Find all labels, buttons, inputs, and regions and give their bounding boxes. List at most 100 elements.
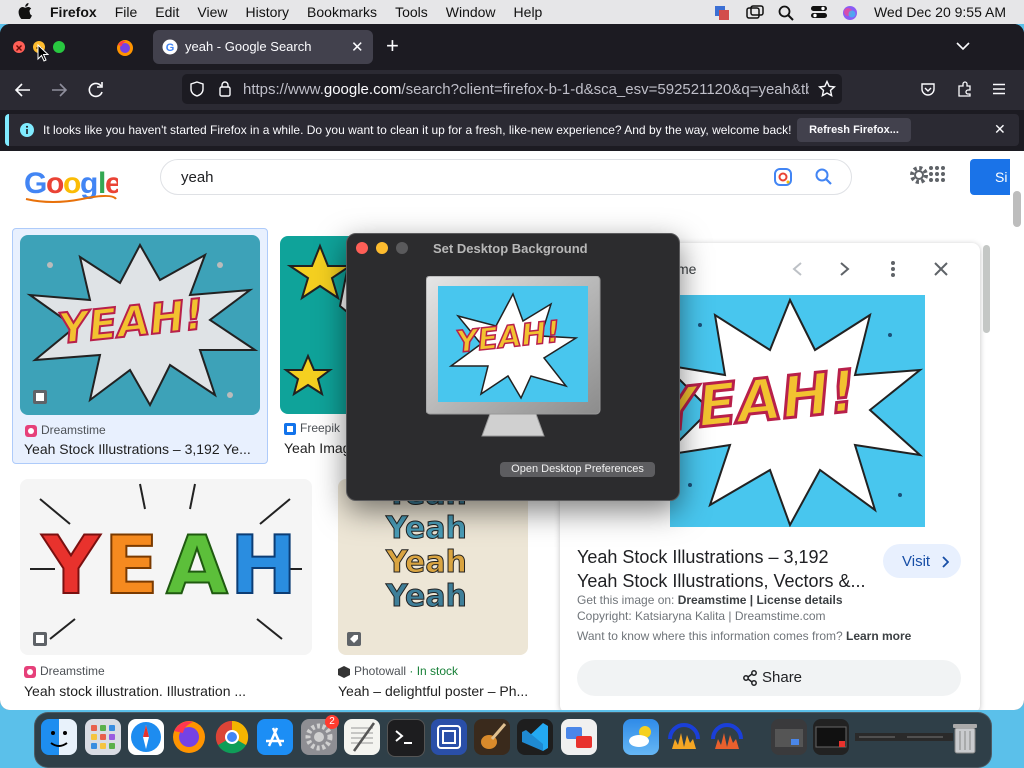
search-icon[interactable] bbox=[815, 168, 833, 191]
zoom-window-button[interactable] bbox=[53, 41, 65, 53]
image-result-card[interactable]: Yeah Yeah Yeah Yeah Photowall · In stock… bbox=[338, 479, 548, 704]
list-all-tabs-icon[interactable] bbox=[956, 38, 970, 56]
minimized-window-thumbnail-2[interactable] bbox=[813, 719, 849, 755]
audio-app-icon[interactable] bbox=[666, 719, 702, 755]
license-details-link[interactable]: License details bbox=[756, 593, 842, 607]
menu-tools[interactable]: Tools bbox=[395, 4, 428, 20]
search-query-text[interactable]: yeah bbox=[181, 169, 214, 186]
lock-icon[interactable] bbox=[218, 80, 232, 102]
minimized-window-thumbnail-4[interactable] bbox=[903, 719, 953, 755]
notification-message: It looks like you haven't started Firefo… bbox=[43, 123, 792, 137]
sign-in-button[interactable]: Si bbox=[970, 159, 1010, 195]
bookmark-star-icon[interactable] bbox=[817, 79, 837, 102]
guitar-app-icon[interactable] bbox=[474, 719, 510, 755]
menu-clock[interactable]: Wed Dec 20 9:55 AM bbox=[874, 4, 1006, 20]
menu-history[interactable]: History bbox=[245, 4, 289, 20]
close-preview-icon[interactable] bbox=[933, 261, 949, 282]
menu-edit[interactable]: Edit bbox=[155, 4, 179, 20]
apple-icon[interactable] bbox=[18, 2, 32, 22]
result-title[interactable]: Yeah – delightful poster – Ph... bbox=[338, 683, 543, 699]
result-source-name: Photowall bbox=[354, 664, 407, 678]
result-source[interactable]: Dreamstime bbox=[41, 423, 106, 437]
weather-icon[interactable] bbox=[623, 719, 659, 755]
google-lens-icon[interactable] bbox=[773, 167, 793, 192]
close-window-button[interactable] bbox=[13, 41, 25, 53]
close-notification-icon[interactable]: ✕ bbox=[994, 121, 1006, 138]
migration-assistant-icon[interactable] bbox=[561, 719, 597, 755]
result-image[interactable]: Yeah Yeah Yeah Yeah bbox=[338, 479, 528, 655]
result-image[interactable]: YEAH! bbox=[20, 235, 260, 415]
chrome-icon[interactable] bbox=[214, 719, 250, 755]
preview-title-line1[interactable]: Yeah Stock Illustrations – 3,192 bbox=[577, 547, 829, 568]
firefox-dock-icon[interactable] bbox=[171, 719, 207, 755]
finder-icon[interactable] bbox=[41, 719, 77, 755]
safari-icon[interactable] bbox=[128, 719, 164, 755]
pocket-icon[interactable] bbox=[920, 81, 936, 102]
pinned-tab-firefox[interactable] bbox=[112, 36, 138, 60]
preview-title-line2[interactable]: Yeah Stock Illustrations, Vectors &... bbox=[577, 571, 865, 592]
system-settings-icon[interactable]: 2 bbox=[301, 715, 339, 755]
minimized-window-thumbnail-3[interactable] bbox=[855, 719, 905, 755]
preview-image[interactable]: YEAH! bbox=[670, 295, 925, 527]
menu-bookmarks[interactable]: Bookmarks bbox=[307, 4, 377, 20]
launchpad-icon[interactable] bbox=[85, 719, 121, 755]
url-bar[interactable]: https://www.google.com/search?client=fir… bbox=[182, 74, 842, 104]
get-image-separator: | bbox=[746, 593, 757, 607]
back-button-icon[interactable] bbox=[14, 81, 32, 104]
learn-more-link[interactable]: Learn more bbox=[846, 629, 911, 643]
screen-share-icon[interactable] bbox=[714, 5, 730, 20]
trash-icon[interactable] bbox=[947, 719, 983, 755]
visit-button[interactable]: Visit bbox=[883, 544, 961, 578]
forward-button-icon[interactable] bbox=[50, 81, 68, 104]
vscode-icon[interactable] bbox=[517, 719, 553, 755]
google-logo[interactable]: G o o g l e bbox=[22, 165, 122, 203]
search-box[interactable]: yeah bbox=[160, 159, 852, 195]
preview-next-icon[interactable] bbox=[839, 261, 851, 282]
menu-help[interactable]: Help bbox=[514, 4, 543, 20]
result-source[interactable]: Freepik bbox=[300, 421, 340, 435]
app-store-icon[interactable] bbox=[257, 719, 293, 755]
spotlight-search-icon[interactable] bbox=[778, 5, 794, 21]
menu-file[interactable]: File bbox=[115, 4, 138, 20]
share-button[interactable]: Share bbox=[577, 660, 961, 696]
result-source[interactable]: Photowall · In stock bbox=[354, 664, 458, 678]
close-tab-icon[interactable]: ✕ bbox=[351, 38, 364, 56]
preview-scrollbar-thumb[interactable] bbox=[983, 245, 990, 333]
control-center-icon[interactable] bbox=[810, 5, 827, 19]
siri-icon[interactable] bbox=[842, 5, 858, 20]
window-switch-icon[interactable] bbox=[746, 5, 764, 19]
result-title[interactable]: Yeah Stock Illustrations – 3,192 Ye... bbox=[24, 441, 260, 457]
more-options-icon[interactable] bbox=[890, 260, 896, 283]
settings-gear-icon[interactable] bbox=[908, 164, 930, 191]
terminal-icon[interactable] bbox=[387, 719, 425, 757]
result-image[interactable]: Y E A H bbox=[20, 479, 312, 655]
extensions-icon[interactable] bbox=[956, 80, 974, 103]
image-result-card[interactable]: Y E A H Dreamstime Yeah stock illustrati… bbox=[20, 479, 316, 704]
refresh-firefox-button[interactable]: Refresh Firefox... bbox=[797, 118, 911, 142]
screen-capture-icon[interactable] bbox=[431, 719, 467, 755]
open-desktop-preferences-button[interactable]: Open Desktop Preferences bbox=[500, 462, 655, 477]
new-tab-button[interactable]: + bbox=[386, 33, 399, 59]
get-image-source-link[interactable]: Dreamstime bbox=[678, 593, 747, 607]
tracking-protection-shield-icon[interactable] bbox=[189, 81, 205, 101]
result-title[interactable]: Yeah stock illustration. Illustration ..… bbox=[24, 683, 304, 699]
dialog-minimize-button[interactable] bbox=[376, 242, 388, 254]
menu-app-name[interactable]: Firefox bbox=[50, 4, 97, 20]
image-result-card[interactable]: YEAH! Dreamstime Yeah Stock Illustration… bbox=[12, 228, 268, 464]
google-apps-icon[interactable] bbox=[928, 165, 946, 188]
reload-button-icon[interactable] bbox=[87, 81, 105, 104]
tab-google-search[interactable]: G yeah - Google Search ✕ bbox=[153, 30, 373, 64]
preview-prev-icon[interactable] bbox=[791, 261, 803, 282]
menu-window[interactable]: Window bbox=[446, 4, 496, 20]
dialog-close-button[interactable] bbox=[356, 242, 368, 254]
textedit-icon[interactable] bbox=[344, 719, 380, 755]
url-text[interactable]: https://www.google.com/search?client=fir… bbox=[243, 81, 809, 98]
result-title[interactable]: Yeah Imag bbox=[284, 440, 348, 456]
minimized-window-thumbnail[interactable] bbox=[771, 719, 807, 755]
page-scrollbar-thumb[interactable] bbox=[1013, 191, 1021, 227]
app-menu-icon[interactable] bbox=[992, 82, 1006, 100]
menu-view[interactable]: View bbox=[197, 4, 227, 20]
tag-icon bbox=[346, 631, 362, 652]
result-source[interactable]: Dreamstime bbox=[40, 664, 105, 678]
audio-app-icon-2[interactable] bbox=[709, 719, 745, 755]
